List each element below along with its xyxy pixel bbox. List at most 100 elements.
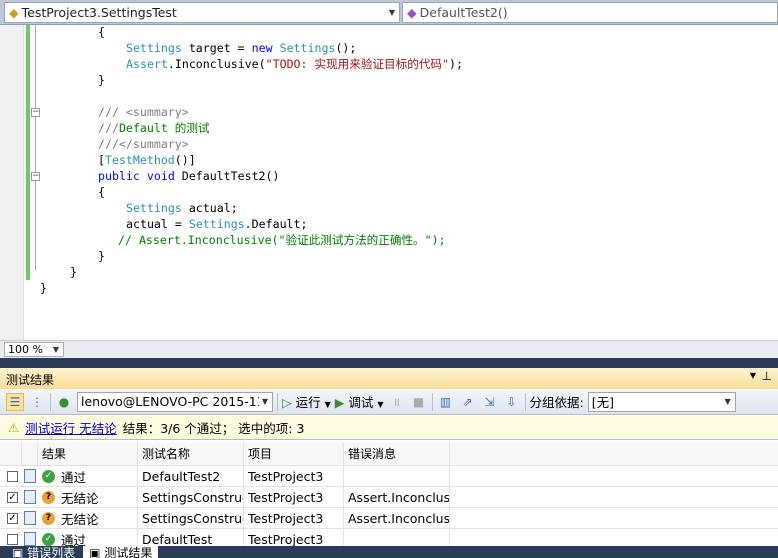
test-document-icon <box>24 511 36 525</box>
editor-status-bar: 100 % ▼ <box>0 340 778 358</box>
dropdown-icon[interactable]: ▼ <box>750 371 756 380</box>
test-name: DefaultTest <box>142 531 213 547</box>
export-icon[interactable]: ⇗ <box>459 393 477 411</box>
tab-test-results[interactable]: ▣ 测试结果 <box>83 546 159 558</box>
pass-icon: ✓ <box>42 469 55 483</box>
test-run-value: lenovo@LENOVO-PC 2015-11- <box>81 394 259 409</box>
test-document-icon <box>24 469 36 483</box>
change-indicator <box>26 25 30 280</box>
test-document-icon <box>24 532 36 546</box>
debug-label: 调试 <box>348 395 374 410</box>
editor-margin <box>0 25 24 340</box>
run-label: 运行 <box>295 395 321 410</box>
collapse-icon[interactable]: − <box>31 172 40 181</box>
row-checkbox[interactable]: ✓ <box>7 491 18 503</box>
header-checkbox-col <box>0 442 22 465</box>
project-name: TestProject3 <box>248 468 324 484</box>
debug-icon: ▶ <box>334 395 345 410</box>
code-line: } <box>70 265 77 279</box>
test-name: SettingsConstruct <box>142 489 244 505</box>
result-text: 无结论 <box>61 490 99 506</box>
status-bar: ⚠ 测试运行 无结论 结果：3/6 个通过； 选中的项: 3 <box>0 416 778 440</box>
header-icon-col <box>22 442 38 465</box>
separator <box>277 392 278 411</box>
column-label: 测试名称 <box>142 447 191 461</box>
zoom-value: 100 % <box>8 343 43 356</box>
debug-button[interactable]: ▶ 调试 ▼ <box>335 392 384 411</box>
code-line: // Assert.Inconclusive("验证此测试方法的正确性。"); <box>118 233 446 247</box>
pass-icon: ✓ <box>42 532 55 546</box>
outline-line <box>35 25 36 270</box>
error-message: Assert.Inconclusiv <box>348 489 450 505</box>
table-row[interactable]: ✓ ? 无结论 SettingsConstruct TestProject3 As… <box>0 508 778 529</box>
bottom-tabs: ▣ 错误列表 ▣ 测试结果 <box>0 546 778 558</box>
table-row[interactable]: ✓ 通过 DefaultTest2 TestProject3 <box>0 466 778 487</box>
column-header-test-name[interactable]: 测试名称 <box>138 442 244 465</box>
test-name: SettingsConstruct <box>142 510 244 526</box>
chevron-down-icon: ▼ <box>261 397 268 406</box>
code-line: /// <summary> <box>98 105 189 119</box>
code-line: } <box>98 249 105 263</box>
test-results-toolbar: ☰ ⋮ ● lenovo@LENOVO-PC 2015-11- ▼ ▷ 运行 ▼ … <box>0 389 778 415</box>
test-run-selector[interactable]: lenovo@LENOVO-PC 2015-11- ▼ <box>77 391 273 412</box>
test-document-icon <box>24 490 36 504</box>
tree-view-icon[interactable]: ⋮ <box>28 393 46 411</box>
group-by-label: 分组依据: <box>529 395 584 410</box>
collapse-icon[interactable]: − <box>31 108 40 117</box>
code-line: public void DefaultTest2() <box>98 169 280 183</box>
class-selector[interactable]: ◆ TestProject3.SettingsTest ▼ <box>4 2 400 23</box>
stop-icon[interactable]: ■ <box>410 393 428 411</box>
tab-label: 错误列表 <box>27 546 76 558</box>
separator <box>50 392 51 411</box>
chevron-down-icon: ▼ <box>724 397 731 406</box>
column-header-result[interactable]: 结果 <box>38 442 138 465</box>
code-line: } <box>98 73 105 87</box>
code-line: Settings target = new Settings(); <box>126 41 357 55</box>
member-selector-value: DefaultTest2() <box>419 5 508 20</box>
columns-icon[interactable]: ▥ <box>437 393 455 411</box>
result-text: 无结论 <box>61 511 99 527</box>
navigation-bar: ◆ TestProject3.SettingsTest ▼ ◆ DefaultT… <box>0 0 778 25</box>
separator <box>431 392 433 411</box>
member-selector[interactable]: ◆ DefaultTest2() <box>402 2 778 23</box>
status-summary: 结果：3/6 个通过； 选中的项: 3 <box>122 421 305 436</box>
row-checkbox[interactable] <box>7 470 18 482</box>
list-view-icon[interactable]: ☰ <box>6 392 24 411</box>
chevron-down-icon: ▼ <box>388 8 395 17</box>
column-header-error[interactable]: 错误消息 <box>344 442 450 465</box>
tab-error-list[interactable]: ▣ 错误列表 <box>6 546 81 558</box>
import-icon[interactable]: ⇲ <box>481 393 499 411</box>
test-run-status-link[interactable]: 测试运行 无结论 <box>25 418 116 437</box>
code-line: { <box>98 25 105 39</box>
group-by-selector[interactable]: [无] ▼ <box>587 391 736 412</box>
column-label: 错误消息 <box>348 447 397 461</box>
pin-icon[interactable]: ⊥ <box>762 369 772 383</box>
code-line: [TestMethod()] <box>98 153 196 167</box>
column-label: 项目 <box>248 447 273 461</box>
row-checkbox[interactable] <box>7 533 18 545</box>
code-line: } <box>40 281 47 295</box>
panel-title-bar: 测试结果 ▼ ⊥ <box>0 368 778 389</box>
table-header: 结果 测试名称 项目 错误消息 <box>0 442 778 466</box>
pause-icon[interactable]: ॥ <box>388 393 406 411</box>
row-checkbox[interactable]: ✓ <box>7 512 18 524</box>
column-header-project[interactable]: 项目 <box>244 442 344 465</box>
tab-label: 测试结果 <box>104 546 153 558</box>
inconclusive-icon: ? <box>42 511 55 525</box>
run-button[interactable]: ▷ 运行 ▼ <box>282 392 331 411</box>
code-line: ///</summary> <box>98 137 189 151</box>
publish-icon[interactable]: ⇩ <box>503 393 521 411</box>
warning-icon: ⚠ <box>8 420 20 435</box>
chevron-down-icon: ▼ <box>324 400 331 409</box>
code-line: Assert.Inconclusive("TODO: 实现用来验证目标的代码")… <box>126 57 463 71</box>
horizontal-scrollbar[interactable] <box>66 342 778 357</box>
test-run-icon[interactable]: ● <box>55 393 73 411</box>
table-row[interactable]: ✓ ? 无结论 SettingsConstruct TestProject3 As… <box>0 487 778 508</box>
project-name: TestProject3 <box>248 531 324 547</box>
project-name: TestProject3 <box>248 489 324 505</box>
inconclusive-icon: ? <box>42 490 55 504</box>
code-line: Settings actual; <box>126 201 238 215</box>
code-line: actual = Settings.Default; <box>126 217 308 231</box>
zoom-selector[interactable]: 100 % ▼ <box>4 342 64 357</box>
chevron-down-icon: ▼ <box>377 400 384 409</box>
